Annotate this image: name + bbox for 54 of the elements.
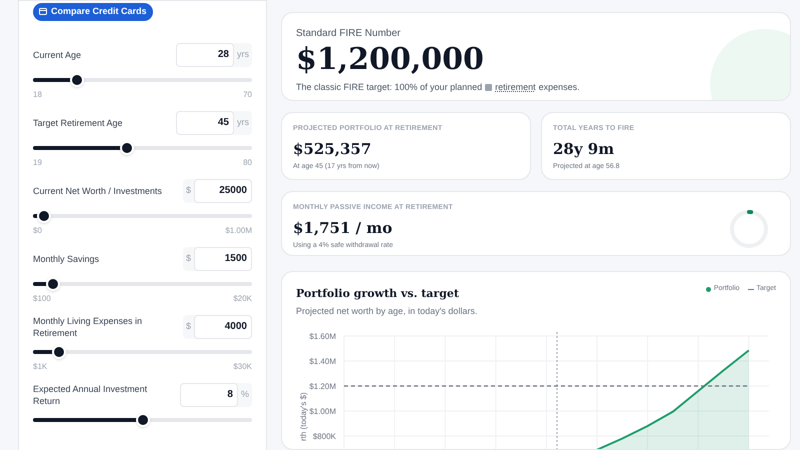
range-max: $1.00M bbox=[225, 224, 252, 236]
chart-title: Portfolio growth vs. target bbox=[296, 286, 460, 302]
field-label: Monthly Savings bbox=[33, 252, 100, 264]
range-max: $20K bbox=[233, 292, 252, 304]
unit-label: $ bbox=[184, 320, 192, 333]
unit-label: $ bbox=[184, 184, 192, 197]
compare-button[interactable]: Compare Credit Cards bbox=[33, 3, 153, 20]
y-axis-title: rth (today's $) bbox=[299, 392, 308, 441]
number-field[interactable]: 8 bbox=[180, 382, 238, 406]
range-min: 19 bbox=[33, 156, 42, 168]
fire-number: $1,200,000 bbox=[296, 41, 485, 79]
range-min: $1K bbox=[33, 360, 48, 372]
slider[interactable] bbox=[33, 208, 252, 222]
stat-value: $525,357 bbox=[293, 138, 372, 160]
range-max: 80 bbox=[243, 156, 252, 168]
range-min: $100 bbox=[33, 292, 51, 304]
book-icon bbox=[485, 84, 492, 92]
retirement-link[interactable]: retirement bbox=[495, 81, 536, 94]
field-label: Expected Annual Investment Return bbox=[33, 382, 148, 406]
stat-value: $1,751 / mo bbox=[293, 218, 394, 239]
field-label: Target Retirement Age bbox=[33, 116, 124, 128]
card-description-end: expenses. bbox=[538, 81, 580, 94]
unit-label: yrs bbox=[236, 116, 250, 129]
card-icon bbox=[39, 8, 47, 16]
range-min: 18 bbox=[33, 88, 42, 100]
range-max: $30K bbox=[233, 360, 252, 372]
y-tick-label: $1.20M bbox=[309, 382, 336, 391]
slider[interactable] bbox=[33, 140, 252, 154]
slider[interactable] bbox=[33, 72, 252, 86]
number-field[interactable]: 45 bbox=[176, 110, 234, 134]
y-tick-label: $1.60M bbox=[309, 332, 336, 341]
stat-value: 28y 9m bbox=[553, 138, 616, 160]
unit-label: $ bbox=[184, 252, 192, 265]
slider[interactable] bbox=[33, 412, 252, 426]
range-min: $0 bbox=[33, 224, 42, 236]
field-label: Current Net Worth / Investments bbox=[33, 184, 163, 196]
number-field[interactable]: 28 bbox=[176, 42, 234, 66]
card-description: The classic FIRE target: 100% of your planned bbox=[296, 81, 482, 94]
y-tick-label: $800K bbox=[312, 432, 336, 441]
range-max: 70 bbox=[243, 88, 252, 100]
legend-line bbox=[748, 288, 754, 290]
number-field[interactable]: 25000 bbox=[194, 178, 252, 202]
field-label: Monthly Living Expenses in Retirement bbox=[33, 314, 144, 338]
number-field[interactable]: 4000 bbox=[194, 314, 252, 338]
y-tick-label: $1.40M bbox=[309, 356, 336, 366]
y-tick-label: $1.00M bbox=[309, 406, 336, 416]
number-field[interactable]: 1500 bbox=[194, 246, 252, 270]
unit-label: yrs bbox=[236, 48, 250, 61]
chart-subtitle: Projected net worth by age, in today's dollars. bbox=[296, 305, 478, 318]
unit-label: % bbox=[240, 388, 250, 401]
field-label: Current Age bbox=[33, 48, 82, 60]
slider[interactable] bbox=[33, 344, 252, 358]
card-label: Standard FIRE Number bbox=[296, 27, 402, 41]
slider[interactable] bbox=[33, 276, 252, 290]
